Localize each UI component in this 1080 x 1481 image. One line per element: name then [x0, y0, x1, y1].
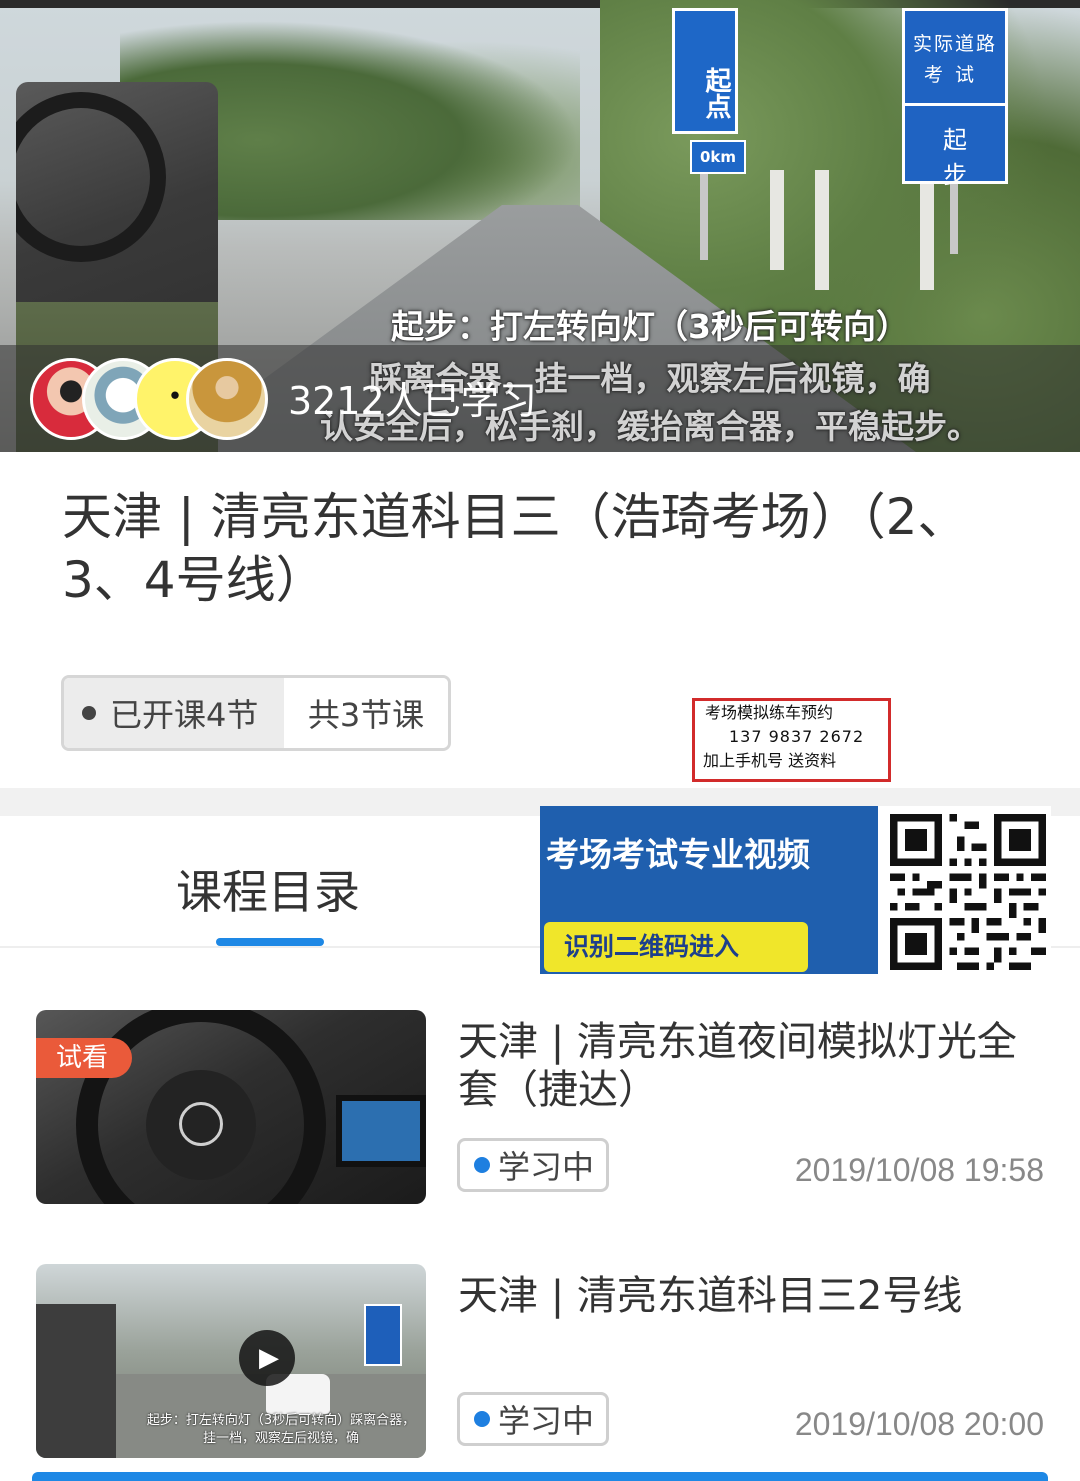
steering-wheel-image — [16, 92, 166, 262]
booking-ad-box: 考场模拟练车预约 137 9837 2672 加上手机号 送资料 — [692, 698, 891, 782]
total-lessons-tag: 共3节课 — [284, 678, 448, 748]
status-dot-icon — [474, 1411, 490, 1427]
ad-line-phone: 137 9837 2672 — [729, 727, 865, 746]
tree-trunk — [770, 170, 784, 270]
avatar — [186, 358, 268, 440]
promo-cta[interactable]: 识别二维码进入 — [544, 922, 808, 972]
ad-line-gift: 加上手机号 送资料 — [703, 751, 837, 770]
list-item[interactable]: ▶ 起步：打左转向灯（3秒后可转向）踩离合器，挂一档，观察左后视镜，确 天津 |… — [0, 1264, 1080, 1464]
ad-line-booking: 考场模拟练车预约 — [705, 703, 834, 722]
lesson-timestamp: 2019/10/08 19:58 — [794, 1152, 1044, 1188]
status-dot-icon — [474, 1157, 490, 1173]
opened-lessons-tag: 已开课4节 — [64, 678, 284, 748]
course-progress-tags: 已开课4节 共3节课 — [61, 675, 451, 751]
lesson-title[interactable]: 天津 | 清亮东道科目三2号线 — [458, 1272, 1048, 1320]
thumbnail-caption: 起步：打左转向灯（3秒后可转向）踩离合器，挂一档，观察左后视镜，确 — [146, 1413, 416, 1446]
start-point-sign: 起点 — [672, 8, 738, 134]
status-label: 学习中 — [498, 1402, 595, 1440]
car-logo-image — [179, 1102, 223, 1146]
promo-slogan: 考场考试专业视频 — [546, 835, 810, 874]
road-test-sign-line3: 起步 — [943, 126, 989, 189]
tree-trunk — [815, 170, 829, 290]
road-test-sign: 实际道路 考试 起步 — [902, 8, 1008, 189]
play-icon[interactable]: ▶ — [239, 1330, 295, 1386]
learners-count: 3212人已学习 — [288, 379, 537, 423]
bullet-dot-icon — [82, 706, 96, 720]
km-sign: 0km — [690, 140, 746, 174]
road-sign-image — [364, 1304, 402, 1366]
qr-code-icon[interactable] — [890, 814, 1046, 970]
tree-trunk — [920, 180, 934, 290]
lesson-timestamp: 2019/10/08 20:00 — [794, 1406, 1044, 1442]
status-badge: 学习中 — [457, 1138, 609, 1192]
road-test-sign-line1: 实际道路 — [912, 33, 997, 55]
sign-pole — [700, 170, 708, 260]
sign-pole — [950, 184, 958, 254]
course-cover-video[interactable]: 起点 0km 实际道路 考试 起步 起步：打左转向灯（3秒后可转向） 踩离合器，… — [0, 0, 1080, 452]
status-badge: 学习中 — [457, 1392, 609, 1446]
status-label: 学习中 — [498, 1148, 595, 1186]
lesson-title[interactable]: 天津 | 清亮东道夜间模拟灯光全套（捷达） — [458, 1018, 1048, 1114]
road-test-sign-divider — [905, 103, 1005, 106]
dashboard-screen-image — [336, 1095, 426, 1167]
video-caption-line1: 起步：打左转向灯（3秒后可转向） — [391, 307, 909, 346]
lesson-thumbnail[interactable]: 试看 — [36, 1010, 426, 1204]
trial-badge: 试看 — [36, 1038, 132, 1078]
active-tab-indicator — [216, 938, 324, 946]
lesson-thumbnail[interactable]: ▶ 起步：打左转向灯（3秒后可转向）踩离合器，挂一档，观察左后视镜，确 — [36, 1264, 426, 1458]
list-item[interactable]: 试看 天津 | 清亮东道夜间模拟灯光全套（捷达） 学习中 2019/10/08 … — [0, 1010, 1080, 1210]
driver-inset-image — [36, 1304, 116, 1458]
opened-lessons-label: 已开课4节 — [110, 696, 259, 734]
bottom-action-bar[interactable] — [32, 1472, 1048, 1481]
road-test-sign-line2: 考试 — [923, 64, 986, 86]
course-title: 天津 | 清亮东道科目三（浩琦考场）（2、3、4号线） — [62, 488, 968, 609]
promo-banner[interactable]: 考场考试专业视频 识别二维码进入 — [540, 806, 1051, 974]
tab-course-catalog-label: 课程目录 — [176, 865, 360, 919]
